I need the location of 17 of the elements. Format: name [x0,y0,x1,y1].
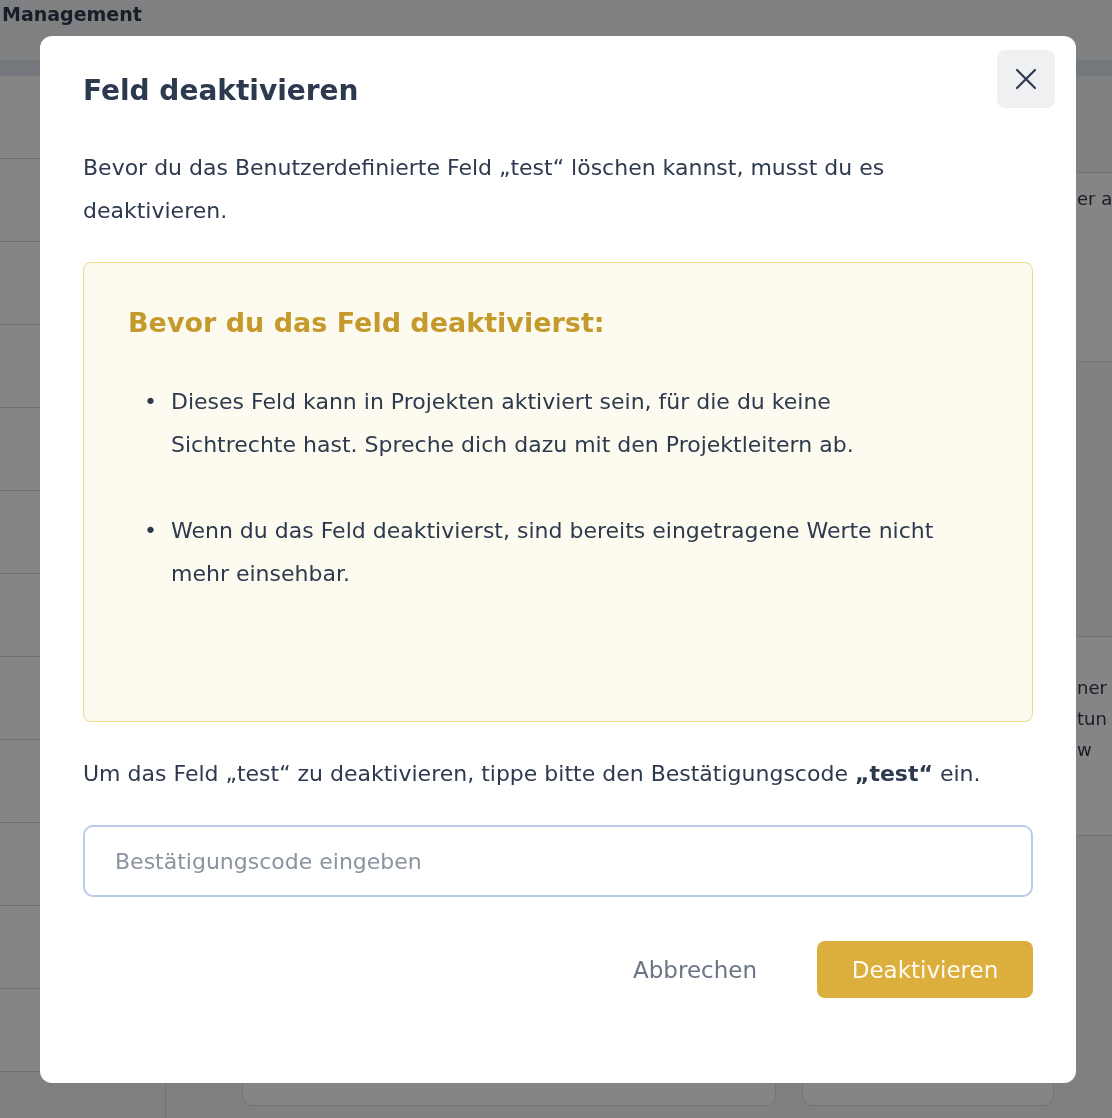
warning-item: Wenn du das Feld deaktivierst, sind bereits eingetragene Werte nicht mehr einsehbar. [171,517,935,588]
close-icon [1015,68,1037,90]
bullet: • [144,388,157,416]
background-text: tun [1077,707,1108,731]
cancel-button[interactable]: Abbrechen [633,956,757,983]
confirm-instruction: Um das Feld „test“ zu deaktivieren, tippe bitte den Bestätigungscode „test“ ein. [83,760,982,788]
warning-title: Bevor du das Feld deaktivierst: [128,307,606,338]
background-text: ner [1077,676,1108,700]
background-text: w [1077,738,1093,762]
confirmation-code-field[interactable]: Bestätigungscode eingeben [83,825,1033,897]
dialog-title: Feld deaktivieren [83,74,359,107]
close-button[interactable] [997,50,1055,108]
intro-text: Bevor du das Benutzerdefinierte Feld „test“ löschen kannst, musst du es deaktivieren. [83,154,886,225]
page-title: Management [2,3,142,25]
bullet: • [144,517,157,545]
warning-item: Dieses Feld kann in Projekten aktiviert sein, für die du keine Sichtrechte hast. Spreche dich dazu mit den Projektleitern ab. [171,388,855,459]
background-text: er a [1077,187,1112,211]
